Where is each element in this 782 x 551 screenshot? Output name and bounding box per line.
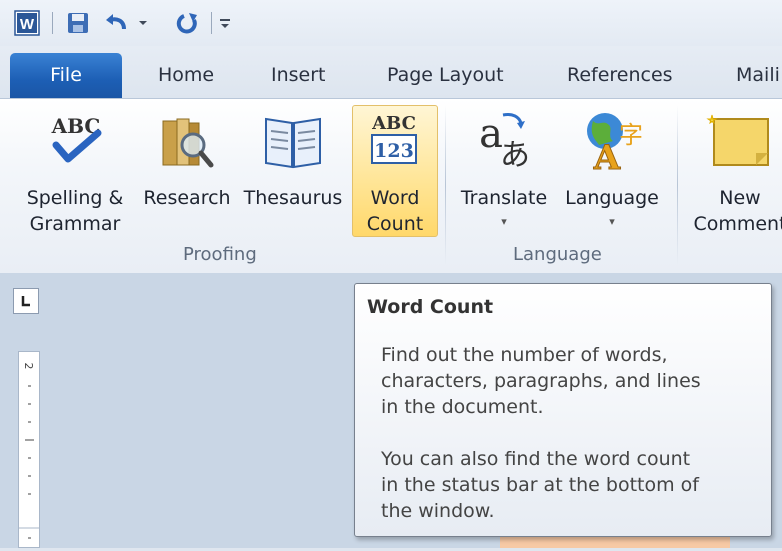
new-comment-icon <box>706 113 770 173</box>
svg-text:2: 2 <box>22 363 35 370</box>
ribbon-tabs: File Home Insert Page Layout References … <box>0 46 782 98</box>
tab-insert[interactable]: Insert <box>271 53 326 97</box>
research-button[interactable]: Research <box>137 105 237 235</box>
thesaurus-book-icon <box>262 113 324 175</box>
group-separator <box>445 105 446 265</box>
tab-selector[interactable] <box>13 288 39 314</box>
new-comment-label-line2: Comment <box>693 213 782 235</box>
group-label-language: Language <box>513 244 602 265</box>
spelling-grammar-label-line2: Grammar <box>29 213 121 235</box>
word-count-label-line2: Count <box>366 213 424 235</box>
svg-text:A: A <box>593 138 621 173</box>
svg-text:あ: あ <box>500 138 530 171</box>
spelling-grammar-button[interactable]: ABC Spelling & Grammar <box>20 105 130 235</box>
svg-text:W: W <box>20 16 35 33</box>
tab-file[interactable]: File <box>10 53 122 98</box>
ribbon: ABC Spelling & Grammar Research Thesauru… <box>0 98 782 274</box>
spelling-grammar-label-line1: Spelling & <box>26 187 124 209</box>
thesaurus-button[interactable]: Thesaurus <box>240 105 346 235</box>
quick-access-toolbar: W <box>0 0 782 46</box>
language-button[interactable]: A 字 Language ▾ <box>559 105 665 235</box>
spelling-check-icon: ABC <box>48 111 104 171</box>
translate-label: Translate <box>460 187 548 209</box>
translate-dropdown-arrow[interactable]: ▾ <box>455 209 553 235</box>
new-comment-label-line1: New <box>719 187 761 209</box>
language-dropdown-arrow[interactable]: ▾ <box>559 209 665 235</box>
translate-button[interactable]: a あ Translate ▾ <box>455 105 553 235</box>
word-count-button[interactable]: ABC 123 Word Count <box>352 105 438 235</box>
thesaurus-label: Thesaurus <box>243 187 343 209</box>
translate-icon: a あ <box>473 109 535 175</box>
group-label-proofing: Proofing <box>183 244 257 265</box>
redo-icon[interactable] <box>175 10 201 36</box>
abc-123-icon: ABC 123 <box>368 109 420 171</box>
new-comment-button[interactable]: New Comment <box>688 105 782 235</box>
vertical-ruler[interactable]: 2 <box>18 351 40 548</box>
tooltip-title: Word Count <box>367 296 494 318</box>
svg-text:123: 123 <box>374 140 414 162</box>
tab-references[interactable]: References <box>567 53 673 97</box>
word-app-icon[interactable]: W <box>13 10 41 36</box>
word-count-label-line1: Word <box>370 187 420 209</box>
tooltip-note: You can also find the word count in the … <box>381 448 699 522</box>
tab-home[interactable]: Home <box>158 53 214 97</box>
research-book-magnifier-icon <box>157 111 217 177</box>
research-label: Research <box>143 187 231 209</box>
language-globe-icon: A 字 <box>579 109 645 179</box>
group-separator <box>677 105 678 265</box>
tab-mailings[interactable]: Maili <box>736 53 780 97</box>
customize-qat-icon[interactable] <box>217 10 233 36</box>
language-label: Language <box>565 187 659 209</box>
save-icon[interactable] <box>64 10 92 36</box>
undo-dropdown-icon[interactable] <box>136 10 150 36</box>
tab-page-layout[interactable]: Page Layout <box>387 53 504 97</box>
svg-text:ABC: ABC <box>371 113 416 134</box>
word-count-tooltip: Word Count Find out the number of words,… <box>354 283 772 537</box>
undo-icon[interactable] <box>103 10 131 36</box>
svg-text:字: 字 <box>619 121 643 149</box>
tooltip-description: Find out the number of words, characters… <box>381 344 701 418</box>
